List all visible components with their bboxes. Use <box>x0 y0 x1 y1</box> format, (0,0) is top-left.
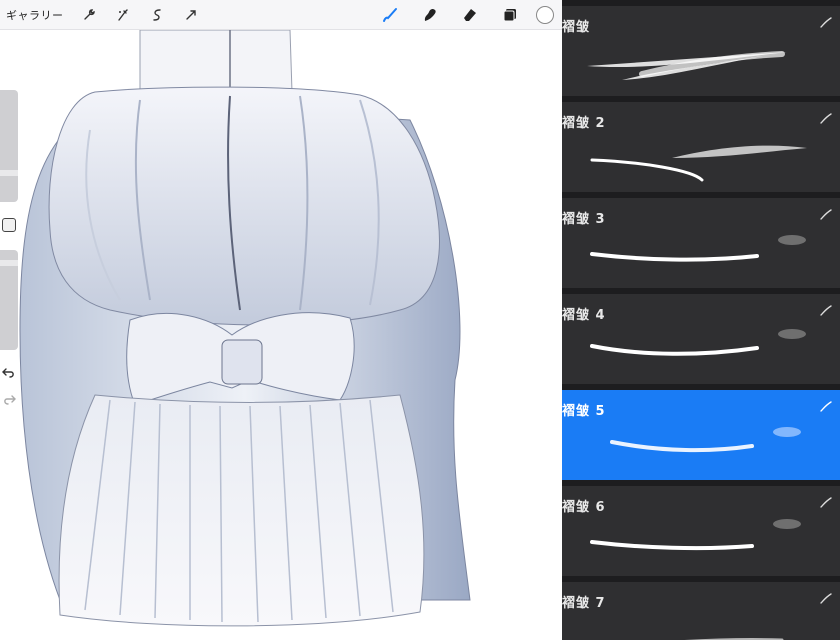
brush-icon[interactable] <box>370 0 410 30</box>
opacity-thumb[interactable] <box>0 260 18 266</box>
adjustments-icon[interactable] <box>106 0 140 30</box>
pen-icon <box>820 494 832 508</box>
brush-item-2[interactable]: 褶皱 2 <box>562 102 840 192</box>
brush-size-slider[interactable] <box>0 90 18 202</box>
brush-stroke-preview <box>682 637 784 640</box>
brush-stroke-preview <box>590 235 806 262</box>
redo-icon[interactable] <box>1 392 17 408</box>
brush-item-7[interactable]: 褶皱 7 <box>562 582 840 640</box>
brush-item-1[interactable]: 褶皱 <box>562 6 840 96</box>
pen-icon <box>820 590 832 604</box>
brush-library-panel: 褶皱 褶皱 2 褶皱 3 褶皱 4 褶皱 5 褶皱 6 褶皱 7 <box>562 0 840 640</box>
pen-icon <box>820 110 832 124</box>
modify-button[interactable] <box>2 218 16 232</box>
undo-icon[interactable] <box>1 365 17 381</box>
top-toolbar: ギャラリー <box>0 0 562 30</box>
drawing-canvas[interactable] <box>0 0 562 640</box>
layers-icon[interactable] <box>490 0 530 30</box>
brush-item-3[interactable]: 褶皱 3 <box>562 198 840 288</box>
gallery-button[interactable]: ギャラリー <box>0 7 72 23</box>
left-sidebar <box>0 90 20 420</box>
brush-size-thumb[interactable] <box>0 170 18 176</box>
skirt-artwork <box>19 29 471 627</box>
brush-stroke-preview <box>610 427 801 453</box>
brush-item-5[interactable]: 褶皱 5 <box>562 390 840 480</box>
opacity-slider[interactable] <box>0 250 18 350</box>
pen-icon <box>820 302 832 316</box>
brush-item-6[interactable]: 褶皱 6 <box>562 486 840 576</box>
pen-icon <box>820 398 832 412</box>
wrench-icon[interactable] <box>72 0 106 30</box>
smudge-icon[interactable] <box>410 0 450 30</box>
transform-icon[interactable] <box>174 0 208 30</box>
brush-item-4[interactable]: 褶皱 4 <box>562 294 840 384</box>
brush-stroke-preview <box>590 329 806 356</box>
color-swatch[interactable] <box>536 5 554 24</box>
brush-stroke-preview <box>590 519 801 551</box>
brush-stroke-preview <box>587 51 787 80</box>
pen-icon <box>820 14 832 28</box>
selection-icon[interactable] <box>140 0 174 30</box>
eraser-icon[interactable] <box>450 0 490 30</box>
pen-icon <box>820 206 832 220</box>
brush-stroke-preview <box>590 145 807 182</box>
